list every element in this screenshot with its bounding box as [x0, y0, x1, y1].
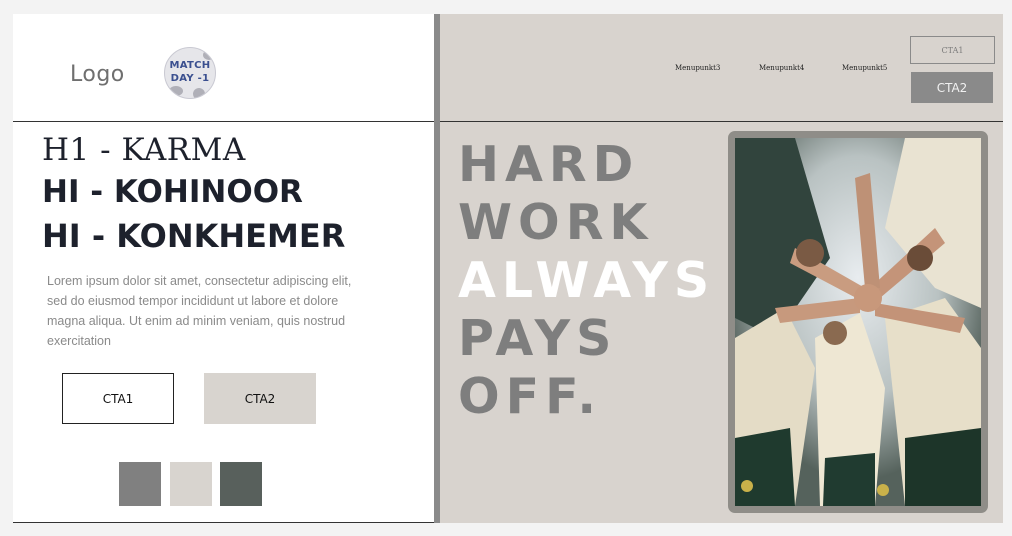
body-paragraph: Lorem ipsum dolor sit amet, consectetur … — [47, 274, 352, 348]
ball-spot-icon — [193, 88, 205, 98]
hero-line-2: WORK — [458, 194, 654, 251]
hero-line-1: HARD — [458, 136, 640, 193]
heading-karma: H1 - KARMA — [42, 132, 246, 168]
heading-kohinoor: HI - KOHINOOR — [42, 174, 303, 210]
logo[interactable]: Logo — [70, 62, 125, 87]
team-huddle-image — [735, 138, 981, 506]
hero-line-4: PAYS — [458, 310, 618, 367]
team-huddle-illustration — [735, 138, 981, 506]
badge-line-2: DAY -1 — [170, 73, 210, 84]
mockup-frame: Logo MATCH DAY -1 H1 - KARMA HI - KOHINO… — [13, 14, 1003, 523]
hero-line-5: OFF. — [458, 368, 603, 425]
header-cta2-button[interactable]: CTA2 — [911, 72, 993, 103]
heading-konkhemer: HI - KONKHEMER — [42, 217, 346, 255]
match-day-badge-icon[interactable]: MATCH DAY -1 — [164, 47, 216, 99]
nav-item-menupunkt4[interactable]: Menupunkt4 — [759, 64, 804, 72]
cta1-button[interactable]: CTA1 — [62, 373, 174, 424]
badge-line-1: MATCH — [169, 60, 211, 71]
nav-item-menupunkt3[interactable]: Menupunkt3 — [675, 64, 720, 72]
color-swatch-dark-green — [220, 462, 262, 506]
divider-line — [13, 522, 434, 523]
color-swatch-beige — [170, 462, 212, 506]
ball-spot-icon — [203, 50, 215, 60]
color-swatch-grey — [119, 462, 161, 506]
cta2-button[interactable]: CTA2 — [204, 373, 316, 424]
ball-spot-icon — [169, 86, 183, 96]
left-header: Logo MATCH DAY -1 — [13, 14, 434, 122]
nav-item-menupunkt5[interactable]: Menupunkt5 — [842, 64, 887, 72]
hero-line-3: ALWAYS — [458, 252, 716, 309]
hero-panel: Menupunkt3 Menupunkt4 Menupunkt5 CTA1 CT… — [440, 14, 1003, 523]
header-divider-line — [440, 121, 1003, 122]
header-cta1-button[interactable]: CTA1 — [910, 36, 995, 64]
hero-image-frame — [728, 131, 988, 513]
